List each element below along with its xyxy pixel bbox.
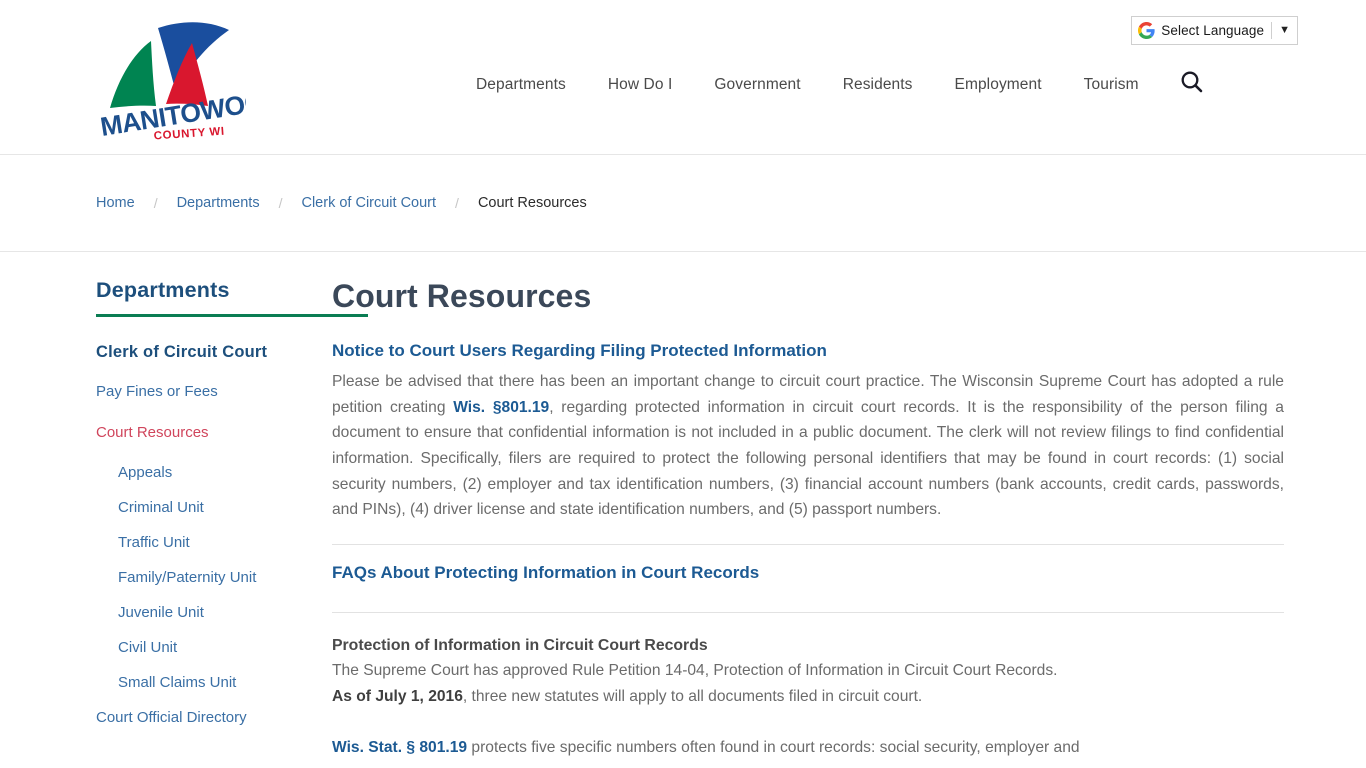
sidebar-item-family-paternity-unit[interactable]: Family/Paternity Unit bbox=[96, 569, 320, 587]
nav-item-government[interactable]: Government bbox=[693, 76, 821, 94]
sidebar-item-small-claims-unit[interactable]: Small Claims Unit bbox=[96, 674, 320, 692]
breadcrumb-separator: / bbox=[278, 195, 283, 211]
protection-effective-date: As of July 1, 2016 bbox=[332, 687, 463, 705]
breadcrumb-separator: / bbox=[153, 195, 158, 211]
search-button[interactable] bbox=[1176, 66, 1208, 98]
sidebar-item-court-resources[interactable]: Court Resources bbox=[96, 424, 320, 442]
breadcrumb-bar: Home / Departments / Clerk of Circuit Co… bbox=[0, 155, 1366, 252]
language-selector[interactable]: Select Language ▼ bbox=[1131, 16, 1298, 45]
wis-801-19-link[interactable]: Wis. §801.19 bbox=[453, 399, 549, 416]
nav-item-departments[interactable]: Departments bbox=[455, 76, 587, 94]
nav-item-employment[interactable]: Employment bbox=[934, 76, 1063, 94]
faq-heading-link[interactable]: FAQs About Protecting Information in Cou… bbox=[332, 562, 759, 584]
sidebar-item-traffic-unit[interactable]: Traffic Unit bbox=[96, 534, 320, 552]
breadcrumb-item-departments[interactable]: Departments bbox=[177, 195, 260, 211]
manitowoc-county-logo-icon: MANITOWOC COUNTY WI bbox=[98, 22, 266, 143]
notice-paragraph: Please be advised that there has been an… bbox=[332, 369, 1284, 523]
divider-bottom bbox=[332, 611, 1284, 613]
chevron-down-icon[interactable]: ▼ bbox=[1279, 25, 1290, 36]
wis-stat-801-19-link[interactable]: Wis. Stat. § 801.19 bbox=[332, 739, 467, 756]
statute-paragraph: Wis. Stat. § 801.19 protects five specif… bbox=[332, 735, 1284, 761]
sidebar: Departments Clerk of Circuit Court Pay F… bbox=[0, 278, 368, 761]
notice-text-after: , regarding protected information in cir… bbox=[332, 398, 1284, 519]
breadcrumb-separator: / bbox=[455, 195, 459, 211]
nav-item-tourism[interactable]: Tourism bbox=[1063, 76, 1160, 94]
faq-section: FAQs About Protecting Information in Cou… bbox=[332, 545, 1284, 591]
breadcrumb: Home / Departments / Clerk of Circuit Co… bbox=[0, 195, 587, 211]
sidebar-item-civil-unit[interactable]: Civil Unit bbox=[96, 639, 320, 657]
sidebar-item-criminal-unit[interactable]: Criminal Unit bbox=[96, 499, 320, 517]
sidebar-item-juvenile-unit[interactable]: Juvenile Unit bbox=[96, 604, 320, 622]
protection-line-2-rest: , three new statutes will apply to all d… bbox=[462, 687, 923, 705]
sidebar-item-pay-fines-or-fees[interactable]: Pay Fines or Fees bbox=[96, 383, 320, 401]
protection-line-1: The Supreme Court has approved Rule Peti… bbox=[332, 662, 1058, 680]
notice-heading-link[interactable]: Notice to Court Users Regarding Filing P… bbox=[332, 340, 827, 362]
sidebar-item-appeals[interactable]: Appeals bbox=[96, 464, 320, 482]
breadcrumb-item-current: Court Resources bbox=[477, 195, 587, 211]
protection-paragraph: The Supreme Court has approved Rule Peti… bbox=[332, 658, 1284, 709]
nav-item-residents[interactable]: Residents bbox=[822, 76, 934, 94]
language-divider bbox=[1271, 22, 1273, 39]
breadcrumb-item-clerk-of-circuit-court[interactable]: Clerk of Circuit Court bbox=[301, 195, 436, 211]
main-navigation: Departments How Do I Government Resident… bbox=[455, 76, 1160, 94]
breadcrumb-item-home[interactable]: Home bbox=[96, 195, 135, 211]
statute-text: protects five specific numbers often fou… bbox=[467, 739, 1080, 757]
sidebar-title: Departments bbox=[96, 278, 230, 302]
search-icon bbox=[1181, 71, 1203, 93]
page-body: Departments Clerk of Circuit Court Pay F… bbox=[0, 252, 1366, 761]
page-title: Court Resources bbox=[332, 278, 592, 314]
nav-item-how-do-i[interactable]: How Do I bbox=[587, 76, 694, 94]
protection-heading: Protection of Information in Circuit Cou… bbox=[332, 636, 708, 654]
language-label: Select Language bbox=[1161, 23, 1265, 38]
site-header: MANITOWOC COUNTY WI Select Language ▼ De… bbox=[0, 0, 1366, 155]
main-content: Court Resources Notice to Court Users Re… bbox=[320, 278, 1366, 761]
google-g-icon bbox=[1138, 22, 1155, 39]
sidebar-item-court-official-directory[interactable]: Court Official Directory bbox=[96, 709, 320, 727]
site-logo[interactable]: MANITOWOC COUNTY WI bbox=[96, 8, 266, 143]
sidebar-section-heading: Clerk of Circuit Court bbox=[96, 342, 268, 361]
